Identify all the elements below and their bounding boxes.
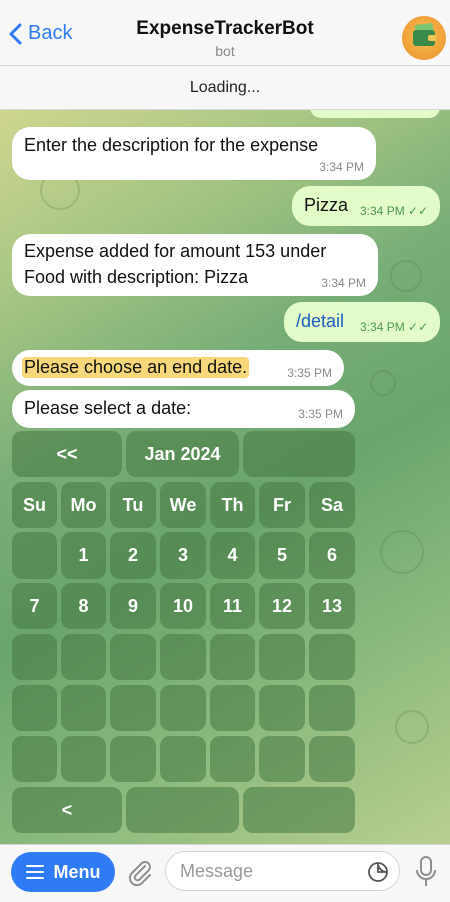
next-year-button[interactable] xyxy=(243,431,355,477)
double-check-icon: ✓✓ xyxy=(408,320,429,334)
next-month-button[interactable] xyxy=(243,787,355,833)
double-check-icon: ✓✓ xyxy=(408,204,429,218)
chat-area[interactable]: Enter the description for the expense 3:… xyxy=(0,110,450,844)
message-time: 3:34 PM xyxy=(321,276,366,290)
weekday-mo[interactable]: Mo xyxy=(61,482,106,528)
empty-day-button[interactable] xyxy=(309,634,355,680)
empty-day-button[interactable] xyxy=(61,634,106,680)
day-button[interactable]: 5 xyxy=(259,532,305,579)
weekday-fr[interactable]: Fr xyxy=(259,482,305,528)
empty-day-button[interactable] xyxy=(259,736,305,782)
day-button[interactable]: 9 xyxy=(110,583,156,629)
empty-day-button[interactable] xyxy=(210,736,255,782)
empty-day-button[interactable] xyxy=(61,736,106,782)
microphone-icon[interactable] xyxy=(412,855,440,889)
month-year-button[interactable]: Jan 2024 xyxy=(126,431,239,477)
day-button[interactable]: 12 xyxy=(259,583,305,629)
message-text: Please select a date: xyxy=(24,398,192,418)
chat-subtitle: bot xyxy=(215,43,235,59)
empty-day-button[interactable] xyxy=(259,634,305,680)
message-bubble[interactable]: Please select a date: 3:35 PM xyxy=(12,390,355,428)
message-input[interactable]: Message xyxy=(165,851,400,891)
message-time: 3:35 PM xyxy=(287,366,332,380)
empty-day-button[interactable] xyxy=(110,634,156,680)
empty-day-button[interactable] xyxy=(309,685,355,731)
empty-day-button[interactable] xyxy=(259,685,305,731)
empty-day-button[interactable] xyxy=(61,685,106,731)
message-text-line2: Food with description: Pizza xyxy=(24,267,249,287)
day-button[interactable]: 8 xyxy=(61,583,106,629)
day-button[interactable] xyxy=(12,532,57,579)
sticker-icon[interactable] xyxy=(367,861,389,883)
day-button[interactable]: 2 xyxy=(110,532,156,579)
input-bar: Menu Message xyxy=(0,844,450,902)
day-button[interactable]: 10 xyxy=(160,583,206,629)
menu-button[interactable]: Menu xyxy=(11,852,115,892)
empty-day-button[interactable] xyxy=(309,736,355,782)
chat-header: Back ExpenseTrackerBot bot xyxy=(0,0,450,66)
paperclip-icon[interactable] xyxy=(124,857,156,889)
day-button[interactable]: 7 xyxy=(12,583,57,629)
message-text-highlighted: Please choose an end date. xyxy=(22,357,250,378)
loading-status: Loading... xyxy=(0,66,450,110)
message-text-line1: Expense added for amount 153 under xyxy=(24,241,327,261)
empty-day-button[interactable] xyxy=(210,685,255,731)
message-bubble[interactable]: Enter the description for the expense 3:… xyxy=(12,127,376,180)
weekday-su[interactable]: Su xyxy=(12,482,57,528)
message-text: Pizza xyxy=(304,195,349,215)
message-time: 3:34 PM ✓✓ xyxy=(360,320,429,334)
prev-month-button[interactable]: < xyxy=(12,787,122,833)
message-bubble[interactable]: Expense added for amount 153 under Food … xyxy=(12,234,378,296)
message-bubble[interactable]: /detail 3:34 PM ✓✓ xyxy=(284,302,440,342)
message-bubble-partial xyxy=(310,110,440,118)
empty-day-button[interactable] xyxy=(160,685,206,731)
chat-title[interactable]: ExpenseTrackerBot xyxy=(0,18,450,40)
message-placeholder: Message xyxy=(180,860,254,881)
weekday-th[interactable]: Th xyxy=(210,482,255,528)
day-button[interactable]: 6 xyxy=(309,532,355,579)
bot-avatar[interactable] xyxy=(402,16,446,60)
empty-day-button[interactable] xyxy=(210,634,255,680)
empty-day-button[interactable] xyxy=(160,634,206,680)
message-bubble[interactable]: Please choose an end date. 3:35 PM xyxy=(12,350,344,386)
day-button[interactable]: 4 xyxy=(210,532,255,579)
empty-day-button[interactable] xyxy=(160,736,206,782)
keyboard-blank-button[interactable] xyxy=(126,787,239,833)
prev-year-button[interactable]: << xyxy=(12,431,122,477)
empty-day-button[interactable] xyxy=(110,736,156,782)
day-button[interactable]: 11 xyxy=(210,583,255,629)
empty-day-button[interactable] xyxy=(12,736,57,782)
day-button[interactable]: 13 xyxy=(309,583,355,629)
message-time: 3:34 PM xyxy=(319,160,364,174)
menu-label: Menu xyxy=(53,861,101,882)
weekday-tu[interactable]: Tu xyxy=(110,482,156,528)
day-button[interactable]: 1 xyxy=(61,532,106,579)
menu-icon xyxy=(25,865,44,879)
message-text: Enter the description for the expense xyxy=(24,135,319,155)
empty-day-button[interactable] xyxy=(12,685,57,731)
message-bubble[interactable]: Pizza 3:34 PM ✓✓ xyxy=(292,186,440,226)
empty-day-button[interactable] xyxy=(110,685,156,731)
empty-day-button[interactable] xyxy=(12,634,57,680)
weekday-sa[interactable]: Sa xyxy=(309,482,355,528)
weekday-we[interactable]: We xyxy=(160,482,206,528)
command-link[interactable]: /detail xyxy=(296,311,344,332)
message-time: 3:34 PM ✓✓ xyxy=(360,204,429,218)
day-button[interactable]: 3 xyxy=(160,532,206,579)
message-time: 3:35 PM xyxy=(298,407,343,421)
